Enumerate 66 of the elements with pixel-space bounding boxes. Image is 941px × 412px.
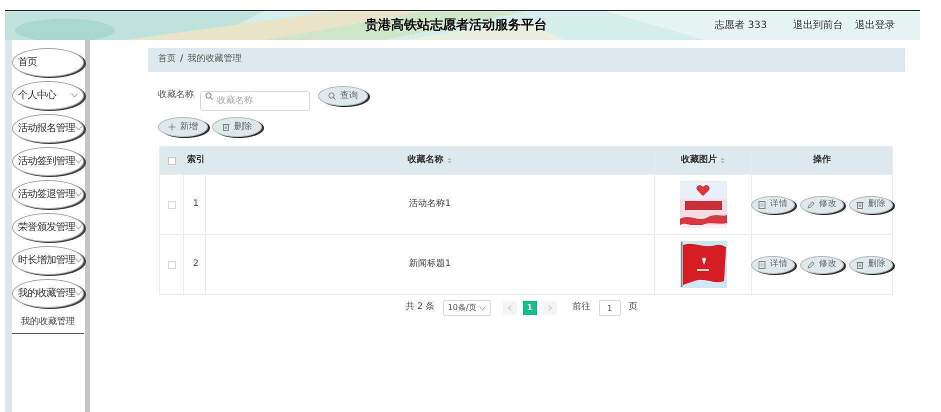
- goto-page-field[interactable]: 1: [598, 300, 621, 316]
- sidebar-menu-item[interactable]: 活动签退管理: [12, 180, 84, 209]
- previous-page-button[interactable]: [502, 301, 517, 315]
- column-header[interactable]: 收藏名称: [408, 154, 444, 168]
- total-count: 共 2 条: [405, 301, 435, 314]
- breadcrumb-item[interactable]: 首页: [158, 53, 176, 67]
- sort-icon[interactable]: [446, 157, 452, 164]
- sidebar-menu-item[interactable]: 荣誉颁发管理: [12, 213, 84, 242]
- chevron-left-icon: [508, 305, 512, 311]
- sidebar-menu-item[interactable]: 我的收藏管理: [12, 279, 84, 308]
- checkbox[interactable]: [168, 260, 176, 268]
- search-label: 收藏名称: [158, 89, 194, 102]
- delete-button[interactable]: 删除: [212, 117, 262, 137]
- site-title: 贵港高铁站志愿者活动服务平台: [365, 16, 547, 35]
- chevron-down-icon: [75, 126, 82, 131]
- detail-button[interactable]: 详情: [751, 256, 795, 274]
- sort-icon[interactable]: [720, 157, 725, 164]
- sidebar-menu-item[interactable]: 个人中心: [12, 81, 84, 110]
- trash-icon: [856, 200, 864, 208]
- chevron-down-icon: [75, 225, 82, 230]
- chevron-down-icon: [75, 192, 82, 197]
- plus-icon: [168, 123, 176, 131]
- chevron-down-icon: [71, 93, 78, 98]
- chevron-down-icon: [75, 159, 82, 164]
- document-icon: [758, 260, 766, 268]
- header-link[interactable]: 退出到前台: [793, 18, 843, 33]
- trash-icon: [222, 123, 230, 131]
- page-size-select[interactable]: 10条/页: [442, 300, 491, 316]
- search-icon: [205, 92, 213, 100]
- table-cell-text: 活动名称1: [409, 198, 451, 211]
- table-cell-text: 2: [193, 258, 199, 271]
- breadcrumb-item: 我的收藏管理: [187, 53, 242, 66]
- delete-button[interactable]: 删除: [849, 256, 893, 274]
- column-header: 操作: [813, 154, 831, 167]
- chevron-down-icon: [75, 258, 82, 263]
- pencil-icon: [807, 200, 815, 208]
- table-cell-text: 1: [193, 198, 199, 211]
- checkbox[interactable]: [168, 156, 176, 164]
- sidebar-menu-item[interactable]: 首页: [12, 48, 84, 77]
- goto-label: 前往: [572, 301, 591, 314]
- add-button[interactable]: 新增: [158, 117, 208, 137]
- table-cell-text: 新闻标题1: [409, 258, 451, 271]
- checkbox[interactable]: [168, 200, 176, 208]
- trash-icon: [856, 260, 864, 268]
- chevron-down-icon: [478, 306, 486, 310]
- delete-button[interactable]: 删除: [849, 196, 893, 214]
- user-label: 志愿者 333: [714, 18, 767, 33]
- sidebar-menu-item[interactable]: 活动签到管理: [12, 147, 84, 176]
- sidebar-menu-item[interactable]: 时长增加管理: [12, 246, 84, 275]
- edit-button[interactable]: 修改: [800, 196, 844, 214]
- chevron-right-icon: [548, 305, 552, 311]
- next-page-button[interactable]: [542, 301, 557, 315]
- document-icon: [758, 200, 766, 208]
- edit-button[interactable]: 修改: [800, 256, 844, 274]
- sidebar-menu-item[interactable]: 活动报名管理: [12, 114, 84, 143]
- search-field[interactable]: 收藏名称: [200, 91, 310, 111]
- column-header: 索引: [187, 154, 205, 167]
- pencil-icon: [807, 260, 815, 268]
- search-button[interactable]: 查询: [318, 86, 368, 106]
- search-icon: [328, 92, 336, 100]
- breadcrumb-separator: /: [180, 53, 184, 66]
- header-link[interactable]: 退出登录: [855, 18, 895, 33]
- column-header[interactable]: 收藏图片: [681, 154, 717, 168]
- chevron-down-icon: [75, 291, 82, 296]
- page-unit: 页: [628, 301, 638, 314]
- detail-button[interactable]: 详情: [751, 196, 795, 214]
